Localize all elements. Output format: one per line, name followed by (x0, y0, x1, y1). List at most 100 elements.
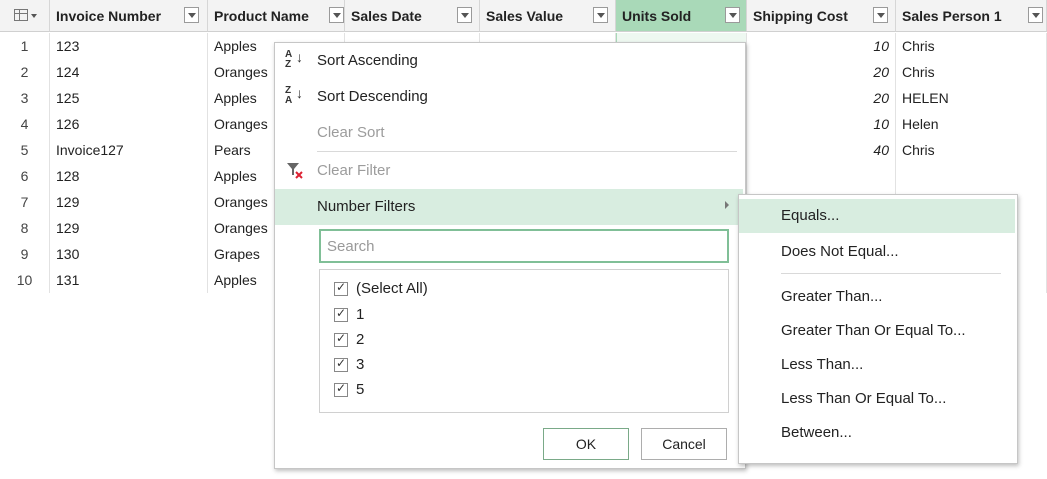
cell-shipping-cost[interactable]: 20 (747, 59, 896, 85)
row-number: 9 (0, 241, 50, 267)
menu-item-label: Sort Ascending (317, 52, 418, 69)
submenu-item-label: Does Not Equal... (781, 243, 899, 260)
filter-search-input[interactable]: Search (319, 229, 729, 263)
cell-invoice-number[interactable]: 129 (50, 215, 208, 241)
submenu-item-greater-than-or-equal[interactable]: Greater Than Or Equal To... (739, 314, 1015, 348)
menu-separator (317, 151, 737, 152)
menu-item-label: Sort Descending (317, 88, 428, 105)
checkbox[interactable] (334, 381, 348, 397)
cell-invoice-number[interactable]: 129 (50, 189, 208, 215)
cell-invoice-number[interactable]: 125 (50, 85, 208, 111)
ok-button[interactable]: OK (543, 428, 629, 460)
cell-shipping-cost[interactable]: 10 (747, 111, 896, 137)
column-header-product-name[interactable]: Product Name (208, 0, 345, 32)
cell-sales-person[interactable] (896, 163, 1047, 189)
cell-invoice-number[interactable]: 126 (50, 111, 208, 137)
cell-sales-person[interactable]: HELEN (896, 85, 1047, 111)
column-header-label: Invoice Number (56, 8, 162, 24)
row-number: 10 (0, 267, 50, 293)
column-header-label: Shipping Cost (753, 8, 848, 24)
clear-sort-item[interactable]: Clear Sort (275, 115, 743, 151)
column-filter-dropdown[interactable] (457, 7, 472, 23)
column-header-shipping-cost[interactable]: Shipping Cost (747, 0, 896, 32)
column-filter-dropdown[interactable] (873, 7, 888, 23)
sort-descending-icon: Z A ↓ (285, 85, 303, 106)
column-header-label: Units Sold (622, 8, 692, 24)
chevron-right-icon (725, 201, 729, 209)
number-filters-submenu: Equals... Does Not Equal... Greater Than… (738, 194, 1018, 464)
column-header-invoice-number[interactable]: Invoice Number (50, 0, 208, 32)
checkbox[interactable] (334, 331, 348, 347)
row-number: 8 (0, 215, 50, 241)
submenu-item-label: Greater Than Or Equal To... (781, 322, 966, 339)
cell-shipping-cost[interactable]: 10 (747, 33, 896, 59)
submenu-item-label: Less Than... (781, 356, 864, 373)
row-number: 6 (0, 163, 50, 189)
menu-item-label: Clear Sort (317, 124, 385, 141)
list-item-label: 3 (356, 356, 365, 373)
checkbox[interactable] (334, 356, 348, 372)
column-header-label: Sales Date (351, 8, 422, 24)
sort-ascending-item[interactable]: A Z ↓ Sort Ascending (275, 43, 743, 79)
column-header-label: Sales Person 1 (902, 8, 1002, 24)
cell-invoice-number[interactable]: 128 (50, 163, 208, 189)
column-filter-dropdown[interactable] (725, 7, 740, 23)
cell-invoice-number[interactable]: Invoice127 (50, 137, 208, 163)
submenu-item-less-than-or-equal[interactable]: Less Than Or Equal To... (739, 382, 1015, 416)
sort-ascending-icon: A Z ↓ (285, 49, 303, 70)
column-filter-dropdown[interactable] (1028, 7, 1043, 23)
submenu-item-label: Less Than Or Equal To... (781, 390, 947, 407)
submenu-item-between[interactable]: Between... (739, 416, 1015, 450)
menu-item-label: Clear Filter (317, 162, 391, 179)
cell-shipping-cost[interactable] (747, 163, 896, 189)
submenu-item-label: Greater Than... (781, 288, 883, 305)
sort-descending-item[interactable]: Z A ↓ Sort Descending (275, 79, 743, 115)
checkbox[interactable] (334, 306, 348, 322)
row-number: 2 (0, 59, 50, 85)
menu-item-label: Number Filters (317, 198, 416, 215)
column-header-label: Sales Value (486, 8, 564, 24)
list-item-label: (Select All) (356, 280, 428, 297)
column-filter-dropdown[interactable] (593, 7, 608, 23)
cell-invoice-number[interactable]: 130 (50, 241, 208, 267)
submenu-item-less-than[interactable]: Less Than... (739, 348, 1015, 382)
cell-invoice-number[interactable]: 131 (50, 267, 208, 293)
cancel-button[interactable]: Cancel (641, 428, 727, 460)
list-item-label: 5 (356, 381, 365, 398)
filter-value-list: (Select All) 1 2 3 5 (319, 269, 729, 413)
cell-sales-person[interactable]: Chris (896, 59, 1047, 85)
cell-sales-person[interactable]: Helen (896, 111, 1047, 137)
column-filter-dropdown[interactable] (329, 7, 344, 23)
list-item-label: 1 (356, 306, 365, 323)
column-header-label: Product Name (214, 8, 309, 24)
column-header-sales-value[interactable]: Sales Value (480, 0, 616, 32)
column-header-sales-person-1[interactable]: Sales Person 1 (896, 0, 1047, 32)
submenu-item-label: Between... (781, 424, 852, 441)
cell-sales-person[interactable]: Chris (896, 137, 1047, 163)
row-number: 1 (0, 33, 50, 59)
row-number: 5 (0, 137, 50, 163)
chevron-down-icon (31, 14, 37, 18)
clear-filter-icon (285, 160, 305, 182)
column-header-units-sold[interactable]: Units Sold (616, 0, 747, 32)
number-filters-item[interactable]: Number Filters (275, 189, 743, 225)
cell-invoice-number[interactable]: 124 (50, 59, 208, 85)
clear-filter-item[interactable]: Clear Filter (275, 153, 743, 189)
table-icon (14, 9, 28, 21)
submenu-item-does-not-equal[interactable]: Does Not Equal... (739, 235, 1015, 269)
cell-shipping-cost[interactable]: 40 (747, 137, 896, 163)
row-number: 7 (0, 189, 50, 215)
cell-invoice-number[interactable]: 123 (50, 33, 208, 59)
table-corner-button[interactable] (0, 0, 50, 32)
checkbox[interactable] (334, 280, 348, 296)
column-header-sales-date[interactable]: Sales Date (345, 0, 480, 32)
cell-sales-person[interactable]: Chris (896, 33, 1047, 59)
column-filter-dropdown[interactable] (184, 7, 199, 23)
row-number: 3 (0, 85, 50, 111)
submenu-item-label: Equals... (781, 207, 840, 224)
submenu-item-equals[interactable]: Equals... (739, 199, 1015, 233)
submenu-item-greater-than[interactable]: Greater Than... (739, 280, 1015, 314)
list-item-label: 2 (356, 331, 365, 348)
menu-separator (781, 273, 1001, 274)
cell-shipping-cost[interactable]: 20 (747, 85, 896, 111)
